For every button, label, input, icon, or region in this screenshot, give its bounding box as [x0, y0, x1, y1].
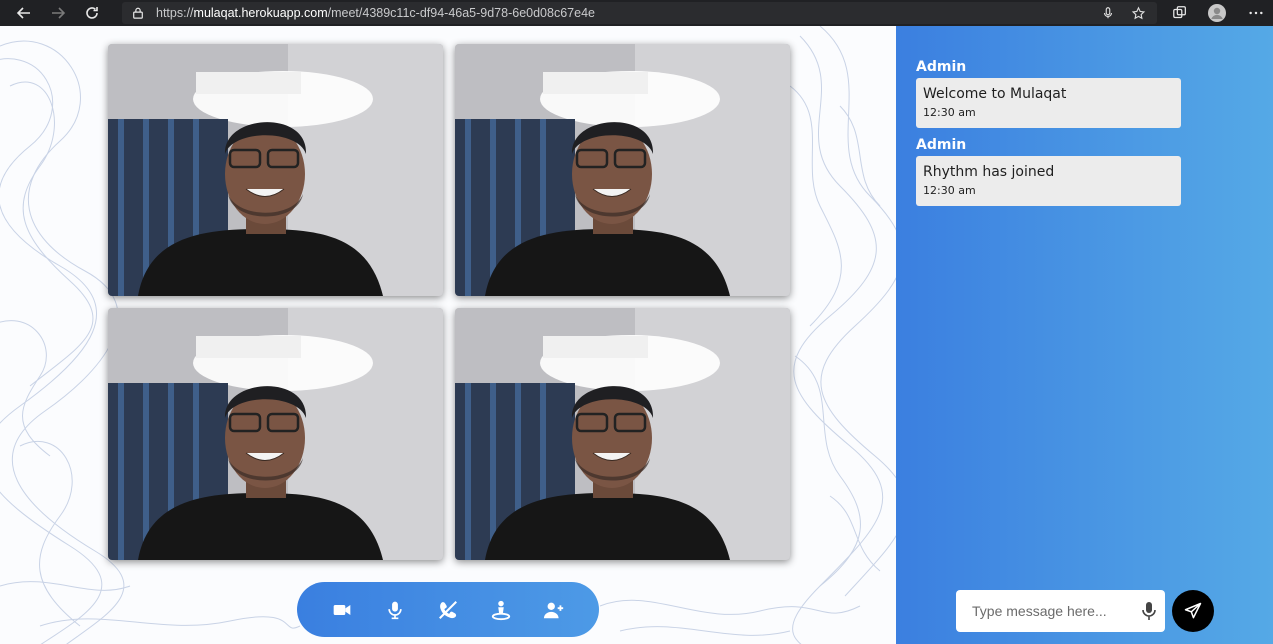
- send-icon: [1184, 602, 1202, 619]
- add-user-icon[interactable]: [539, 595, 569, 625]
- send-button[interactable]: [1172, 590, 1214, 632]
- camera-feed-image: [108, 44, 443, 296]
- browser-toolbar: https://mulaqat.herokuapp.com/meet/4389c…: [0, 0, 1273, 26]
- favorite-star-icon[interactable]: [1130, 5, 1146, 21]
- back-icon[interactable]: [12, 1, 36, 25]
- url-host: mulaqat.herokuapp.com: [193, 6, 328, 20]
- more-options-icon[interactable]: [1247, 4, 1265, 22]
- profile-avatar-icon[interactable]: [1208, 4, 1226, 22]
- microphone-icon[interactable]: [380, 595, 410, 625]
- refresh-icon[interactable]: [80, 1, 104, 25]
- message-sender: Admin: [916, 59, 967, 75]
- share-screen-icon[interactable]: [486, 595, 516, 625]
- message-text: Rhythm has joined: [923, 164, 1055, 180]
- camera-feed-image: [455, 44, 790, 296]
- voice-search-icon[interactable]: [1100, 5, 1116, 21]
- chat-panel: Admin Welcome to Mulaqat 12:30 am Admin …: [896, 26, 1273, 644]
- video-tile-4[interactable]: [455, 308, 790, 560]
- video-tile-3[interactable]: [108, 308, 443, 560]
- address-bar[interactable]: https://mulaqat.herokuapp.com/meet/4389c…: [122, 2, 1157, 24]
- lock-icon: [132, 6, 146, 20]
- collections-icon[interactable]: [1171, 4, 1189, 22]
- chat-message: Welcome to Mulaqat 12:30 am: [916, 78, 1181, 128]
- call-controls-bar: [297, 582, 599, 637]
- meeting-area: [0, 26, 896, 644]
- url-text: https://mulaqat.herokuapp.com/meet/4389c…: [156, 6, 595, 20]
- message-time: 12:30 am: [923, 184, 976, 197]
- camera-feed-image: [455, 308, 790, 560]
- message-input[interactable]: [956, 590, 1136, 632]
- message-time: 12:30 am: [923, 106, 976, 119]
- url-path: /meet/4389c11c-df94-46a5-9d78-6e0d08c67e…: [327, 6, 595, 20]
- end-call-icon[interactable]: [433, 595, 463, 625]
- message-text: Welcome to Mulaqat: [923, 86, 1067, 102]
- chat-message: Rhythm has joined 12:30 am: [916, 156, 1181, 206]
- url-prefix: https://: [156, 6, 194, 20]
- forward-icon[interactable]: [46, 1, 70, 25]
- video-tile-2[interactable]: [455, 44, 790, 296]
- message-input-container: [956, 590, 1165, 632]
- message-sender: Admin: [916, 137, 967, 153]
- video-tile-1[interactable]: [108, 44, 443, 296]
- video-camera-icon[interactable]: [327, 595, 357, 625]
- voice-message-icon[interactable]: [1141, 601, 1157, 621]
- camera-feed-image: [108, 308, 443, 560]
